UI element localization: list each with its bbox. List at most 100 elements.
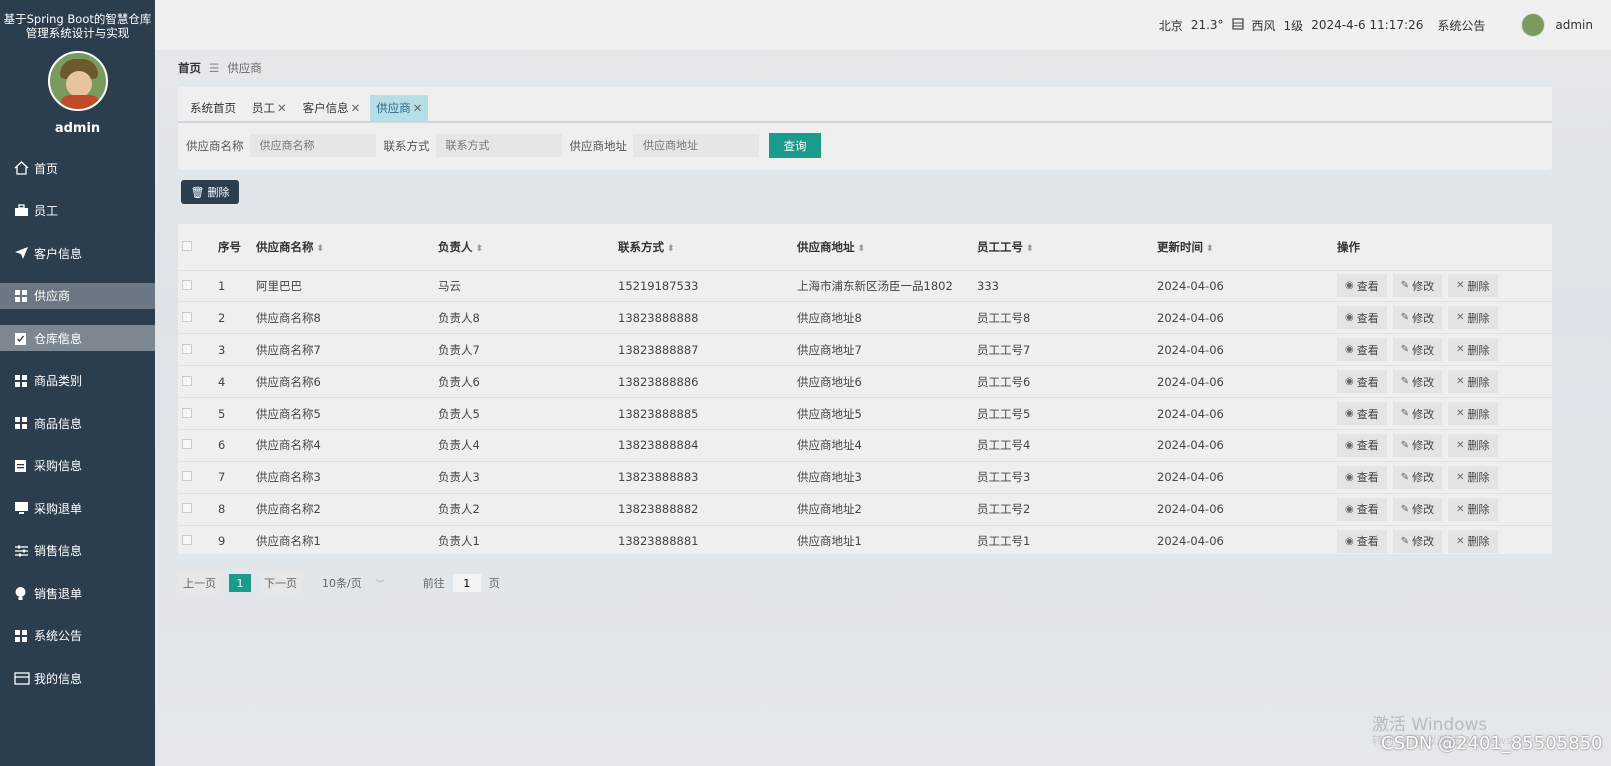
table-cell: 负责人6 <box>438 365 618 398</box>
edit-button[interactable]: ✎ 修改 <box>1392 370 1443 394</box>
delete-button[interactable]: ✕ 删除 <box>1448 433 1498 457</box>
row-actions: ◉ 查看 ✎ 修改 ✕ 删除 <box>1337 269 1552 302</box>
delete-button[interactable]: ✕ 删除 <box>1448 306 1498 330</box>
delete-button[interactable]: ✕ 删除 <box>1448 497 1498 521</box>
table-row[interactable]: 4 供应商名称6 负责人6 13823888886 供应商地址6 员工工号6 2024-04… <box>178 365 1552 398</box>
sort-icon[interactable]: ⬍ <box>667 244 675 254</box>
sidebar-item-3[interactable]: 客户信息 <box>0 240 155 266</box>
row-checkbox[interactable] <box>182 279 192 290</box>
delete-button[interactable]: ✕ 删除 <box>1448 529 1498 553</box>
search-button[interactable]: 查询 <box>769 133 821 158</box>
sort-icon[interactable]: ⬍ <box>1026 244 1034 254</box>
table-row[interactable]: 7 供应商名称3 负责人3 13823888883 供应商地址3 员工工号3 2024-04… <box>178 460 1552 494</box>
row-checkbox[interactable] <box>182 439 192 450</box>
view-button[interactable]: ◉ 查看 <box>1337 402 1387 425</box>
header-cell[interactable]: 更新时间 ⬍ <box>1157 224 1337 270</box>
view-button[interactable]: ◉ 查看 <box>1337 338 1387 362</box>
tab-3[interactable]: 客户信息 ✕ <box>297 95 367 121</box>
edit-button[interactable]: ✎ 修改 <box>1392 306 1443 330</box>
table-cell: 13823888887 <box>618 333 797 366</box>
delete-button[interactable]: ✕ 删除 <box>1448 338 1498 362</box>
system-notice-link[interactable]: 系统公告 <box>1437 17 1485 34</box>
goto-page-input[interactable] <box>452 574 481 592</box>
row-checkbox[interactable] <box>182 535 192 546</box>
row-checkbox[interactable] <box>182 311 192 322</box>
header-label: 供应商地址 <box>797 239 855 254</box>
sort-icon[interactable]: ⬍ <box>1206 244 1214 254</box>
edit-button[interactable]: ✎ 修改 <box>1392 433 1443 457</box>
view-button[interactable]: ◉ 查看 <box>1337 433 1387 457</box>
row-checkbox[interactable] <box>182 503 192 514</box>
topbar-username[interactable]: admin <box>1555 18 1593 32</box>
next-page-button[interactable]: 下一页 <box>259 572 302 594</box>
close-icon[interactable]: ✕ <box>413 101 423 115</box>
page-size-select[interactable]: 10条/页 ﹀ <box>322 575 385 591</box>
contact-input[interactable] <box>435 134 562 157</box>
row-checkbox[interactable] <box>182 407 192 418</box>
delete-button[interactable]: ✕ 删除 <box>1448 370 1498 394</box>
close-icon[interactable]: ✕ <box>351 101 361 115</box>
table-row[interactable]: 5 供应商名称5 负责人5 13823888885 供应商地址5 员工工号5 2024-04… <box>178 397 1552 430</box>
supplier-address-input[interactable] <box>633 134 759 157</box>
sidebar-item-4[interactable]: 供应商 <box>0 282 155 309</box>
sidebar-item-2[interactable]: 员工 <box>0 198 155 224</box>
prev-page-button[interactable]: 上一页 <box>178 572 221 594</box>
user-avatar[interactable] <box>1521 13 1546 37</box>
supplier-name-input[interactable] <box>249 134 376 157</box>
sort-icon[interactable]: ⬍ <box>476 244 484 254</box>
tab-2[interactable]: 员工 ✕ <box>246 95 293 121</box>
sidebar-item-6[interactable]: 商品类别 <box>0 368 155 394</box>
avatar[interactable] <box>47 51 108 111</box>
page-number-current[interactable]: 1 <box>229 574 251 592</box>
sidebar-item-13[interactable]: 我的信息 <box>0 665 155 691</box>
breadcrumb-home[interactable]: 首页 <box>178 60 201 76</box>
sidebar-item-10[interactable]: 销售信息 <box>0 538 155 564</box>
edit-button[interactable]: ✎ 修改 <box>1392 338 1443 362</box>
bulk-delete-button[interactable]: 🗑 删除 <box>181 180 239 204</box>
grid-icon <box>14 373 34 389</box>
view-button[interactable]: ◉ 查看 <box>1337 306 1387 330</box>
sidebar-item-9[interactable]: 采购退单 <box>0 495 155 521</box>
sidebar-item-7[interactable]: 商品信息 <box>0 410 155 436</box>
select-all-checkbox[interactable] <box>182 240 192 251</box>
row-checkbox[interactable] <box>182 343 192 354</box>
header-cell[interactable]: 供应商地址 ⬍ <box>797 224 977 270</box>
table-row[interactable]: 2 供应商名称8 负责人8 13823888888 供应商地址8 员工工号8 2024-04… <box>178 301 1552 334</box>
edit-button[interactable]: ✎ 修改 <box>1392 402 1443 425</box>
edit-button[interactable]: ✎ 修改 <box>1392 529 1443 553</box>
view-button[interactable]: ◉ 查看 <box>1337 497 1387 521</box>
sidebar-item-5[interactable]: 仓库信息 ☝ <box>0 325 155 351</box>
view-button[interactable]: ◉ 查看 <box>1337 370 1387 394</box>
sidebar-item-12[interactable]: 系统公告 <box>0 623 155 649</box>
table-row[interactable]: 6 供应商名称4 负责人4 13823888884 供应商地址4 员工工号4 2024-04… <box>178 428 1552 462</box>
table-row[interactable]: 1 阿里巴巴 马云 15219187533 上海市浦东新区汤臣一品1802 333 2024… <box>178 269 1552 302</box>
sidebar-item-1[interactable]: 首页 <box>0 155 155 181</box>
sort-icon[interactable]: ⬍ <box>317 244 325 254</box>
close-icon[interactable]: ✕ <box>277 101 287 115</box>
sidebar-item-8[interactable]: 采购信息 <box>0 453 155 479</box>
edit-button[interactable]: ✎ 修改 <box>1392 465 1443 489</box>
edit-button[interactable]: ✎ 修改 <box>1392 274 1443 298</box>
table-row[interactable]: 8 供应商名称2 负责人2 13823888882 供应商地址2 员工工号2 2024-04… <box>178 492 1552 526</box>
delete-button[interactable]: ✕ 删除 <box>1448 274 1498 298</box>
table-cell: 13823888883 <box>618 460 797 494</box>
edit-button[interactable]: ✎ 修改 <box>1392 497 1443 521</box>
tab-1[interactable]: 系统首页 <box>184 95 242 121</box>
row-checkbox[interactable] <box>182 375 192 386</box>
header-cell[interactable]: 负责人 ⬍ <box>438 224 618 270</box>
view-button[interactable]: ◉ 查看 <box>1337 529 1387 553</box>
delete-button[interactable]: ✕ 删除 <box>1448 402 1498 425</box>
view-button[interactable]: ◉ 查看 <box>1337 274 1387 298</box>
header-cell[interactable]: 供应商名称 ⬍ <box>256 224 438 270</box>
row-checkbox[interactable] <box>182 471 192 482</box>
tab-4[interactable]: 供应商 ✕ <box>370 95 429 121</box>
sidebar-item-11[interactable]: 销售退单 <box>0 580 155 606</box>
header-cell[interactable]: 联系方式 ⬍ <box>618 224 797 270</box>
table-row[interactable]: 3 供应商名称7 负责人7 13823888887 供应商地址7 员工工号7 2024-04… <box>178 333 1552 366</box>
table-row[interactable]: 9 供应商名称1 负责人1 13823888881 供应商地址1 员工工号1 2024-04… <box>178 524 1552 558</box>
view-button[interactable]: ◉ 查看 <box>1337 465 1387 489</box>
header-cell[interactable]: 员工工号 ⬍ <box>977 224 1157 270</box>
sort-icon[interactable]: ⬍ <box>858 244 866 254</box>
delete-button[interactable]: ✕ 删除 <box>1448 465 1498 489</box>
delete-label: 删除 <box>1467 503 1490 517</box>
